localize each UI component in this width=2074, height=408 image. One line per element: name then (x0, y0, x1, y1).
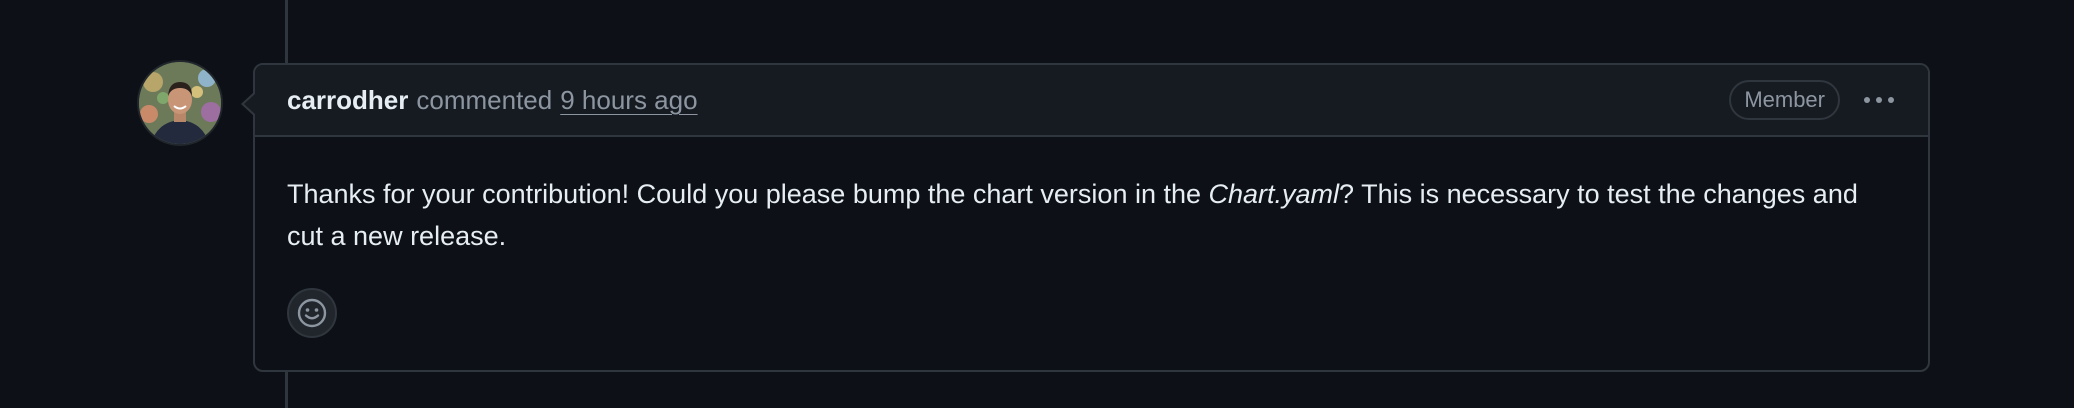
comment-header: carrodher commented 9 hours ago Member (255, 65, 1928, 137)
comment-action-text: commented (416, 84, 553, 115)
kebab-horizontal-icon[interactable] (1860, 89, 1898, 111)
add-reaction-button[interactable] (287, 288, 337, 338)
comment-author-link[interactable]: carrodher (287, 85, 408, 116)
comment-timestamp-link[interactable]: 9 hours ago (560, 85, 697, 116)
avatar[interactable] (139, 62, 221, 144)
comment-body-text: Thanks for your contribution! Could you … (287, 179, 1209, 209)
smiley-icon (297, 298, 327, 328)
role-badge: Member (1729, 80, 1840, 120)
chart-yaml-emphasis: Chart.yaml (1208, 179, 1340, 209)
comment-box: carrodher commented 9 hours ago Member T… (241, 63, 1930, 372)
user-avatar-icon (139, 62, 221, 144)
comment-body: Thanks for your contribution! Could you … (255, 137, 1928, 257)
